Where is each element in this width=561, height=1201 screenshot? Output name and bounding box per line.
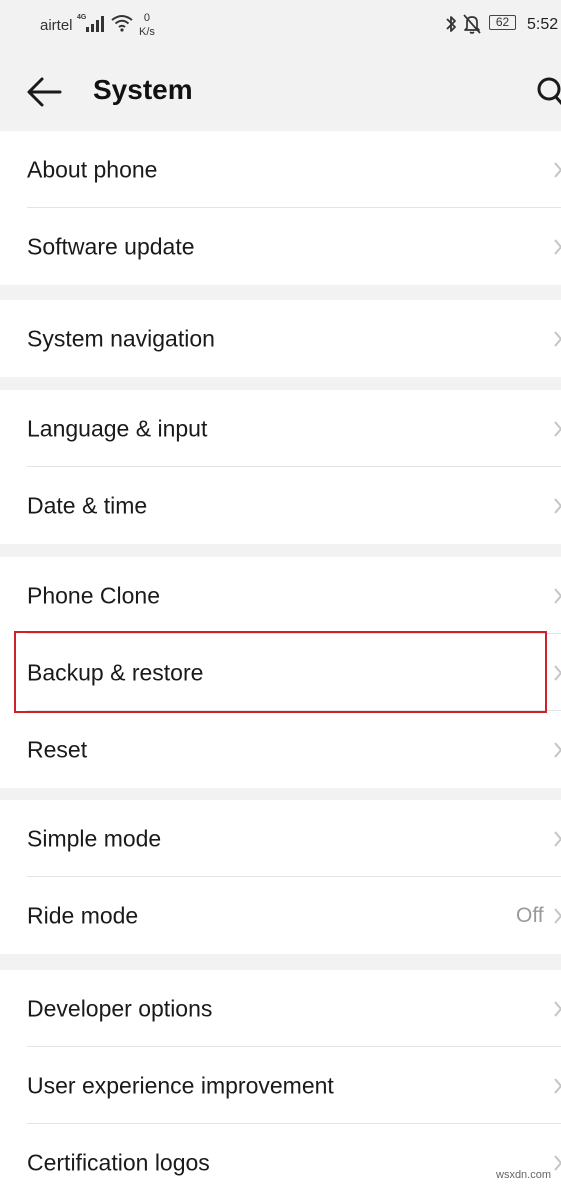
chevron-right-icon	[554, 830, 561, 847]
settings-item-label: Backup & restore	[27, 659, 204, 685]
arrow-left-icon[interactable]	[24, 72, 64, 112]
battery-indicator: 62	[489, 15, 516, 30]
settings-item-label: Software update	[27, 233, 195, 259]
settings-group-6: Developer options User experience improv…	[0, 970, 561, 1201]
chevron-right-icon	[554, 1000, 561, 1017]
signal-icon	[86, 16, 104, 32]
speed-unit: K/s	[139, 26, 155, 38]
chevron-right-icon	[554, 330, 561, 347]
settings-item-label: Date & time	[27, 492, 148, 518]
chevron-right-icon	[554, 238, 561, 255]
wifi-icon	[111, 15, 133, 32]
settings-item-label: Reset	[27, 736, 88, 762]
settings-item-software-update[interactable]: Software update	[0, 208, 561, 285]
network-type: 4G	[77, 14, 87, 21]
clock: 5:52	[527, 16, 559, 33]
chevron-right-icon	[554, 497, 561, 514]
chevron-right-icon	[554, 1077, 561, 1094]
settings-item-user-experience-improvement[interactable]: User experience improvement	[0, 1047, 561, 1124]
chevron-right-icon	[554, 907, 561, 924]
settings-group-2: System navigation	[0, 300, 561, 377]
watermark: wsxdn.com	[496, 1169, 552, 1181]
settings-group-3: Language & input Date & time	[0, 390, 561, 544]
settings-group-1: About phone Software update	[0, 131, 561, 285]
network-speed: 0 K/s	[139, 11, 155, 39]
settings-item-phone-clone[interactable]: Phone Clone	[0, 557, 561, 634]
settings-item-language-input[interactable]: Language & input	[0, 390, 561, 467]
settings-item-label: Ride mode	[27, 902, 139, 928]
settings-item-reset[interactable]: Reset	[0, 711, 561, 788]
bluetooth-icon	[446, 16, 456, 32]
settings-item-backup-restore[interactable]: Backup & restore	[0, 634, 561, 711]
notifications-off-icon	[463, 14, 481, 34]
settings-item-simple-mode[interactable]: Simple mode	[0, 800, 561, 877]
status-bar: airtel 4G 0 K/s 62 5:52	[0, 0, 561, 50]
settings-item-date-time[interactable]: Date & time	[0, 467, 561, 544]
settings-item-certification-logos[interactable]: Certification logos	[0, 1124, 561, 1201]
ride-mode-status: Off	[516, 903, 544, 927]
search-icon[interactable]	[535, 74, 561, 108]
carrier-name: airtel	[40, 17, 73, 34]
settings-item-label: Language & input	[27, 415, 208, 441]
settings-item-about-phone[interactable]: About phone	[0, 131, 561, 208]
settings-item-label: Simple mode	[27, 825, 162, 851]
page-title: System	[93, 74, 193, 105]
speed-value: 0	[143, 12, 151, 24]
settings-item-label: About phone	[27, 156, 158, 182]
settings-item-label: Phone Clone	[27, 582, 160, 608]
settings-item-ride-mode[interactable]: Ride mode Off	[0, 877, 561, 954]
settings-item-label: Developer options	[27, 995, 213, 1021]
chevron-right-icon	[554, 664, 561, 681]
chevron-right-icon	[554, 161, 561, 178]
settings-item-label: Certification logos	[27, 1149, 210, 1175]
settings-item-label: User experience improvement	[27, 1072, 334, 1098]
chevron-right-icon	[554, 1154, 561, 1171]
app-bar: System	[0, 52, 561, 130]
settings-item-label: System navigation	[27, 325, 215, 351]
chevron-right-icon	[554, 741, 561, 758]
settings-group-4: Phone Clone Backup & restore Reset	[0, 557, 561, 788]
settings-group-5: Simple mode Ride mode Off	[0, 800, 561, 954]
settings-item-developer-options[interactable]: Developer options	[0, 970, 561, 1047]
chevron-right-icon	[554, 587, 561, 604]
settings-item-system-navigation[interactable]: System navigation	[0, 300, 561, 377]
chevron-right-icon	[554, 420, 561, 437]
